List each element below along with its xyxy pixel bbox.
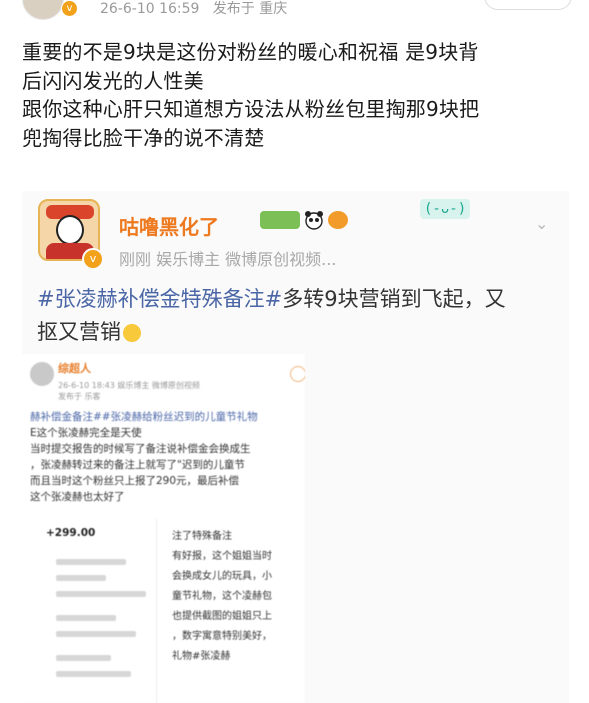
transfer-record-card — [36, 519, 157, 703]
nested-meta: 26-6-10 18:43 娱乐博主 微博原创视频 发布于 乐客 — [58, 381, 200, 401]
nested-line: ，张凌赫转过来的备注上就写了"迟到的儿童节 — [30, 459, 245, 471]
follow-button[interactable] — [484, 0, 572, 10]
nested-line: 这个张凌赫也太好了 — [30, 491, 125, 503]
embedded-screenshot[interactable]: v 咕噜黑化了 (-ᴗ-) ⌄ 刚刚 娱乐博主 微博原创视频... #张凌赫补偿… — [22, 191, 569, 703]
verified-badge-icon: v — [61, 0, 78, 17]
transfer-amount: +299.00 — [46, 527, 96, 539]
post-line: 后闪闪发光的人性美 — [22, 68, 204, 93]
food-badge-icon — [328, 211, 348, 229]
nested-author: 综超人 — [58, 362, 91, 375]
laugh-emoji-icon — [123, 324, 141, 342]
post-line: 重要的不是9块是这份对粉丝的暖心和祝福 是9块背 — [22, 40, 479, 64]
embed-post-text: #张凌赫补偿金特殊备注#多转9块营销到飞起，又 抠又营销 — [37, 283, 562, 349]
embed-verified-badge-icon: v — [82, 248, 104, 270]
post-timestamp: 26-6-10 16:59 — [100, 1, 200, 17]
nested-line: 当时提交报告的时候写了备注说补偿金会换成生 — [30, 443, 251, 455]
nested-line: 赫补偿金备注##张凌赫给粉丝迟到的儿童节礼物 — [30, 411, 258, 423]
post-meta: 26-6-10 16:59 发布于 重庆 — [100, 0, 287, 18]
embed-meta: 刚刚 娱乐博主 微博原创视频... — [119, 250, 337, 269]
nested-line: 而且当时这个粉丝只上报了290元，最后补偿 — [30, 475, 240, 487]
post-line: 跟你这种心肝只知道想方设法从粉丝包里掏那9块把 — [22, 97, 480, 121]
author-avatar[interactable] — [22, 0, 64, 20]
nested-right-column: 注了特殊备注 有好报，这个姐姐当时 会换成女儿的玩具，小 童节礼物，这个凌赫包 … — [172, 531, 272, 662]
embed-text-tail: 多转9块营销到飞起，又 — [282, 287, 506, 311]
post-location: 发布于 重庆 — [212, 1, 288, 17]
nested-line: E这个张凌赫完全是天使 — [30, 427, 142, 439]
nested-screenshot[interactable]: 综超人 26-6-10 18:43 娱乐博主 微博原创视频 发布于 乐客 赫补偿… — [22, 354, 305, 703]
panda-icon — [304, 210, 324, 230]
kaomoji-decoration: (-ᴗ-) — [420, 199, 471, 219]
chevron-down-icon[interactable]: ⌄ — [535, 214, 548, 233]
embed-text-line2: 抠又营销 — [37, 320, 121, 344]
nested-follow-icon — [290, 366, 305, 382]
membership-badge-icon — [260, 211, 300, 229]
post-line: 兜掏得比脸干净的说不清楚 — [22, 125, 265, 150]
hashtag-link[interactable]: #张凌赫补偿金特殊备注# — [37, 287, 282, 311]
nested-body: 赫补偿金备注##张凌赫给粉丝迟到的儿童节礼物 E这个张凌赫完全是天使 当时提交报… — [30, 409, 305, 505]
embed-user-badges — [260, 209, 348, 230]
embed-author-name[interactable]: 咕噜黑化了 — [119, 211, 219, 240]
post-body: 重要的不是9块是这份对粉丝的暖心和祝福 是9块背 后闪闪发光的人性美 跟你这种心… — [22, 38, 570, 152]
nested-avatar — [30, 362, 54, 386]
